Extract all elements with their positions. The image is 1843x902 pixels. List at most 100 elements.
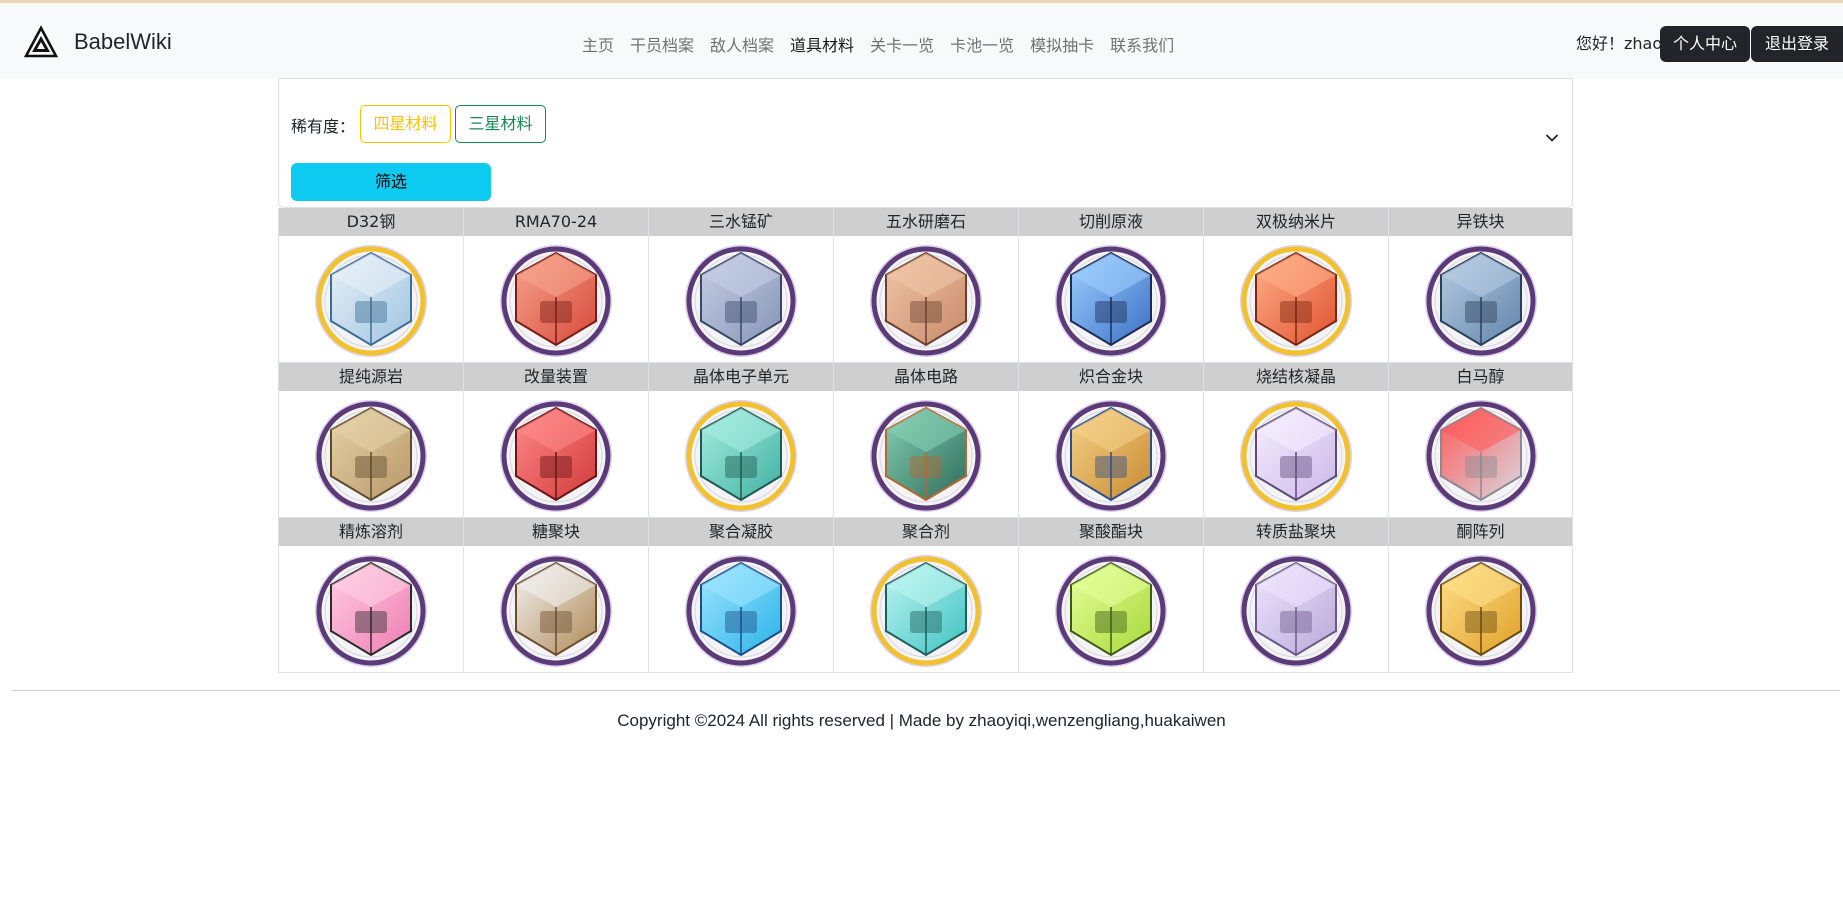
material-card[interactable]: 三水锰矿 — [648, 208, 833, 363]
material-row: 提纯源岩 改量装置 晶体电子单元 晶体电路 炽合金块 烧结核凝晶 白马醇 — [278, 363, 1573, 518]
material-image[interactable] — [834, 391, 1018, 517]
keton-colloid-icon — [1424, 555, 1537, 667]
material-card[interactable]: D32钢 — [278, 208, 463, 363]
material-image[interactable] — [279, 391, 463, 517]
material-image[interactable] — [279, 546, 463, 672]
filter-panel: 稀有度： 四星材料 三星材料 筛选 — [278, 78, 1573, 208]
logout-button[interactable]: 退出登录 — [1751, 26, 1843, 62]
material-name: 改量装置 — [464, 363, 648, 391]
rma70-24-icon — [500, 245, 612, 357]
bipolar-nanoflake-icon — [1240, 245, 1352, 357]
brand[interactable]: BabelWiki — [24, 25, 172, 59]
material-name: 聚合剂 — [834, 518, 1018, 546]
material-name: 聚酸酯块 — [1019, 518, 1203, 546]
material-name: 切削原液 — [1019, 208, 1203, 236]
material-card[interactable]: 炽合金块 — [1018, 363, 1203, 518]
material-image[interactable] — [649, 391, 833, 517]
grindstone-pentahydrate-icon — [870, 245, 982, 357]
manganese-trihydrate-icon — [685, 245, 797, 357]
material-image[interactable] — [1204, 546, 1388, 672]
material-name: 双极纳米片 — [1204, 208, 1388, 236]
material-card[interactable]: 聚合剂 — [833, 518, 1018, 673]
nav-enemies[interactable]: 敌人档案 — [710, 32, 774, 56]
d32-steel-icon — [315, 245, 427, 357]
material-image[interactable] — [834, 546, 1018, 672]
material-image[interactable] — [1389, 546, 1572, 672]
material-card[interactable]: 切削原液 — [1018, 208, 1203, 363]
material-image[interactable] — [464, 546, 648, 672]
material-name: 精炼溶剂 — [279, 518, 463, 546]
nav-operators[interactable]: 干员档案 — [630, 32, 694, 56]
cutting-stock-solution-icon — [1055, 245, 1167, 357]
material-name: 白马醇 — [1389, 363, 1572, 391]
profile-button[interactable]: 个人中心 — [1660, 26, 1750, 62]
material-card[interactable]: 聚酸酯块 — [1018, 518, 1203, 673]
nav-contact[interactable]: 联系我们 — [1110, 32, 1174, 56]
nucleic-crystal-sinter-icon — [1240, 400, 1352, 512]
material-card[interactable]: 烧结核凝晶 — [1203, 363, 1388, 518]
chevron-down-icon[interactable] — [1545, 131, 1559, 145]
material-image[interactable] — [464, 391, 648, 517]
crystalline-electronic-unit-icon — [685, 400, 797, 512]
material-image[interactable] — [1389, 391, 1572, 517]
material-card[interactable]: 转质盐聚块 — [1203, 518, 1388, 673]
sugar-lump-icon — [500, 555, 612, 667]
material-image[interactable] — [1019, 391, 1203, 517]
material-image[interactable] — [649, 546, 833, 672]
material-name: 烧结核凝晶 — [1204, 363, 1388, 391]
material-card[interactable]: RMA70-24 — [463, 208, 648, 363]
material-image[interactable] — [279, 236, 463, 362]
material-row: 精炼溶剂 糖聚块 聚合凝胶 聚合剂 聚酸酯块 转质盐聚块 酮阵列 — [278, 518, 1573, 673]
polymerized-gel-icon — [685, 555, 797, 667]
material-image[interactable] — [834, 236, 1018, 362]
material-card[interactable]: 改量装置 — [463, 363, 648, 518]
polymerization-preparation-icon — [870, 555, 982, 667]
main-nav: 主页 干员档案 敌人档案 道具材料 关卡一览 卡池一览 模拟抽卡 联系我们 — [582, 31, 1190, 57]
rarity-chip-3star[interactable]: 三星材料 — [455, 105, 546, 143]
footer-divider — [12, 690, 1840, 691]
material-card[interactable]: 糖聚块 — [463, 518, 648, 673]
material-card[interactable]: 酮阵列 — [1388, 518, 1573, 673]
material-card[interactable]: 提纯源岩 — [278, 363, 463, 518]
nav-stages[interactable]: 关卡一览 — [870, 32, 934, 56]
rarity-chip-4star[interactable]: 四星材料 — [360, 105, 451, 143]
crystalline-circuit-icon — [870, 400, 982, 512]
footer-copyright: Copyright ©2024 All rights reserved | Ma… — [617, 711, 1226, 730]
material-image[interactable] — [1204, 236, 1388, 362]
transmuted-salt-agglomerate-icon — [1240, 555, 1352, 667]
rarity-label: 稀有度： — [291, 117, 356, 136]
material-image[interactable] — [1204, 391, 1388, 517]
nav-materials[interactable]: 道具材料 — [790, 32, 854, 56]
nav-gacha-sim[interactable]: 模拟抽卡 — [1030, 32, 1094, 56]
material-name: 晶体电路 — [834, 363, 1018, 391]
material-card[interactable]: 晶体电路 — [833, 363, 1018, 518]
oriron-block-icon — [1424, 245, 1537, 357]
material-image[interactable] — [1019, 236, 1203, 362]
orirock-concentration-icon — [315, 400, 427, 512]
material-name: 异铁块 — [1389, 208, 1572, 236]
material-image[interactable] — [1019, 546, 1203, 672]
material-card[interactable]: 五水研磨石 — [833, 208, 1018, 363]
material-image[interactable] — [1389, 236, 1572, 362]
material-card[interactable]: 异铁块 — [1388, 208, 1573, 363]
material-image[interactable] — [649, 236, 833, 362]
material-row: D32钢 RMA70-24 三水锰矿 五水研磨石 切削原液 双极纳米片 异铁块 — [278, 208, 1573, 363]
material-card[interactable]: 晶体电子单元 — [648, 363, 833, 518]
material-card[interactable]: 聚合凝胶 — [648, 518, 833, 673]
material-image[interactable] — [464, 236, 648, 362]
material-card[interactable]: 双极纳米片 — [1203, 208, 1388, 363]
material-name: 五水研磨石 — [834, 208, 1018, 236]
filter-submit-button[interactable]: 筛选 — [291, 163, 491, 201]
nav-banners[interactable]: 卡池一览 — [950, 32, 1014, 56]
brand-name: BabelWiki — [74, 29, 172, 54]
optimized-device-icon — [500, 400, 612, 512]
material-name: D32钢 — [279, 208, 463, 236]
material-card[interactable]: 精炼溶剂 — [278, 518, 463, 673]
material-name: 晶体电子单元 — [649, 363, 833, 391]
material-name: 转质盐聚块 — [1204, 518, 1388, 546]
material-card[interactable]: 白马醇 — [1388, 363, 1573, 518]
material-name: 提纯源岩 — [279, 363, 463, 391]
material-name: RMA70-24 — [464, 208, 648, 236]
navbar: BabelWiki 主页 干员档案 敌人档案 道具材料 关卡一览 卡池一览 模拟… — [0, 3, 1843, 78]
nav-home[interactable]: 主页 — [582, 32, 614, 56]
